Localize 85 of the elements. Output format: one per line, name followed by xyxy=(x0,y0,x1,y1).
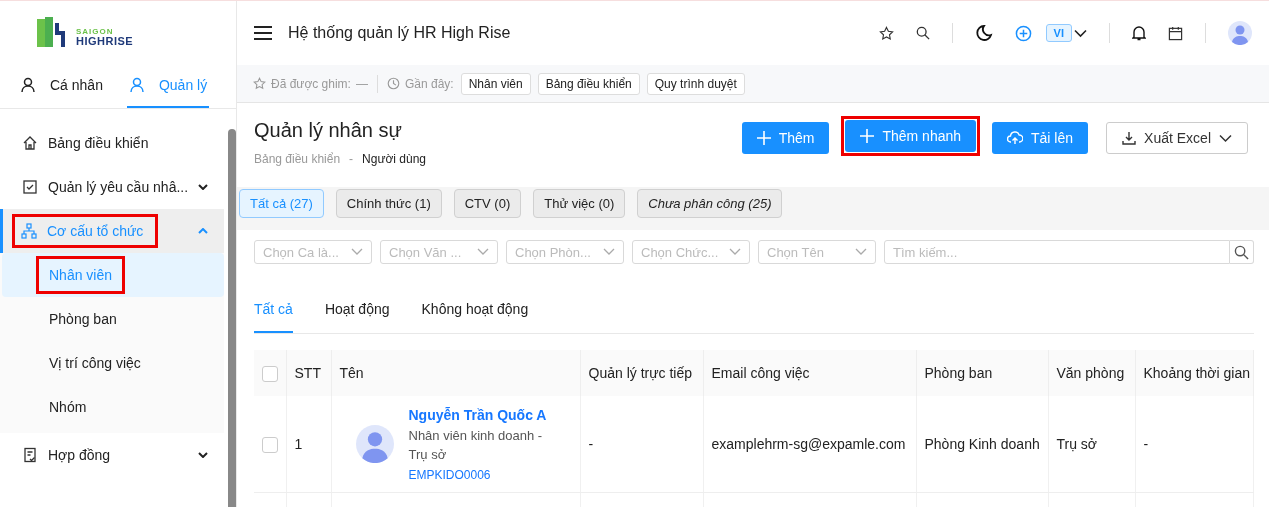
scrollbar[interactable] xyxy=(228,129,236,507)
chevron-down-icon xyxy=(855,248,867,256)
menu-icon[interactable] xyxy=(254,25,272,41)
chevron-down-icon xyxy=(351,248,363,256)
sidebar-subitem[interactable]: Vị trí công việc xyxy=(0,341,224,385)
employee-code[interactable]: EMPKIDO0006 xyxy=(408,467,559,482)
chevron-down-icon xyxy=(729,248,741,256)
search-button[interactable] xyxy=(1230,240,1254,264)
status-tab[interactable]: Chưa phân công (25) xyxy=(637,189,783,218)
user-icon xyxy=(128,77,145,93)
action-button[interactable]: Xuất Excel xyxy=(1106,122,1248,154)
table-cell: - xyxy=(1143,436,1149,452)
plus-icon xyxy=(756,131,771,145)
language-selector[interactable]: VI xyxy=(1045,24,1072,42)
document-icon xyxy=(22,447,38,463)
sidebar-item[interactable]: Quản lý yêu cầu nhâ... xyxy=(0,165,224,209)
column-header: Tên xyxy=(339,365,364,381)
pinned-label: Đã được ghim: xyxy=(271,76,351,91)
recent-label: Gần đây: xyxy=(404,76,454,91)
search-icon[interactable] xyxy=(915,26,930,40)
select-all-checkbox[interactable] xyxy=(262,365,278,382)
star-icon[interactable] xyxy=(878,25,894,41)
chevron-down-icon xyxy=(1219,133,1232,143)
bell-icon[interactable] xyxy=(1132,25,1146,41)
status-tab[interactable]: Chính thức (1) xyxy=(335,189,442,218)
employee-position: Nhân viên kinh doanh - Trụ sở xyxy=(408,426,544,464)
star-icon xyxy=(253,77,266,90)
recent-chip[interactable]: Quy trình duyệt xyxy=(646,72,745,95)
breadcrumb-item[interactable]: - xyxy=(349,152,354,166)
column-header: Email công việc xyxy=(711,365,810,381)
app-title: Hệ thống quản lý HR High Rise xyxy=(288,24,511,42)
table-cell: 1 xyxy=(294,436,303,452)
table-cell: Phòng Kinh doanh xyxy=(924,436,1040,452)
breadcrumb-item[interactable]: Bảng điều khiển xyxy=(254,152,341,166)
hierarchy-icon xyxy=(21,223,37,239)
chevron-down-icon xyxy=(603,248,615,256)
checkbox-icon xyxy=(22,179,38,195)
home-icon xyxy=(22,135,38,151)
column-header: Văn phòng xyxy=(1056,365,1125,381)
avatar-icon[interactable] xyxy=(1228,21,1252,45)
logo-title: HIGHRISE xyxy=(76,36,134,47)
tab[interactable]: Tất cả xyxy=(254,294,293,333)
action-button[interactable]: Tải lên xyxy=(992,122,1089,154)
column-header: Phòng ban xyxy=(924,365,993,381)
pinned-value: — xyxy=(355,76,368,91)
plus-icon xyxy=(860,129,875,143)
sidebar-subitem[interactable]: Nhân viên xyxy=(2,253,224,297)
search-field[interactable]: Tìm kiếm... xyxy=(884,240,1230,264)
recent-chip[interactable]: Bảng điều khiển xyxy=(537,72,640,95)
action-button[interactable]: Thêm xyxy=(741,122,830,154)
breadcrumb-current: Người dùng xyxy=(362,152,426,166)
tab[interactable]: Không hoạt động xyxy=(421,294,529,333)
clock-icon xyxy=(386,77,400,90)
status-tab[interactable]: CTV (0) xyxy=(453,189,522,218)
moon-icon[interactable] xyxy=(974,24,993,42)
sidebar-item[interactable]: Cơ cấu tổ chức xyxy=(0,209,224,253)
sidebar-item[interactable]: Hợp đồng xyxy=(0,433,224,477)
sidebar-subitem[interactable]: Nhóm xyxy=(0,385,224,429)
add-circle-icon[interactable] xyxy=(1014,24,1032,42)
column-header: Quản lý trực tiếp xyxy=(588,365,693,381)
row-checkbox[interactable] xyxy=(262,436,278,453)
column-header: Khoảng thời gian xyxy=(1143,365,1250,381)
logo-subtitle: SAIGON xyxy=(76,28,115,36)
status-tab[interactable]: Tất cả (27) xyxy=(239,189,324,218)
sidebar-item[interactable]: Bảng điều khiển xyxy=(0,121,224,165)
column-header: STT xyxy=(294,365,321,381)
sidebar-tab[interactable]: Quản lý xyxy=(126,77,210,108)
cloud-upload-icon xyxy=(1007,131,1024,145)
sidebar-tab[interactable]: Cá nhân xyxy=(18,77,105,108)
calendar-icon[interactable] xyxy=(1168,25,1183,41)
table-cell: - xyxy=(588,436,594,452)
employee-name-link[interactable]: Nguyễn Trần Quốc A xyxy=(408,406,559,423)
table-cell: examplehrm-sg@expamle.com xyxy=(711,436,906,452)
chevron-down-icon xyxy=(477,248,489,256)
tab[interactable]: Hoạt động xyxy=(324,294,390,333)
status-tab[interactable]: Thử việc (0) xyxy=(533,189,626,218)
avatar-icon xyxy=(355,425,394,463)
page-title: Quản lý nhân sự xyxy=(254,119,403,142)
download-icon xyxy=(1122,131,1137,145)
sidebar-subitem[interactable]: Phòng ban xyxy=(0,297,224,341)
recent-chip[interactable]: Nhân viên xyxy=(460,72,531,95)
user-icon xyxy=(20,77,36,93)
table-cell: Trụ sở xyxy=(1056,436,1098,452)
action-button[interactable]: Thêm nhanh xyxy=(845,120,977,152)
chevron-down-icon[interactable] xyxy=(1074,28,1087,38)
